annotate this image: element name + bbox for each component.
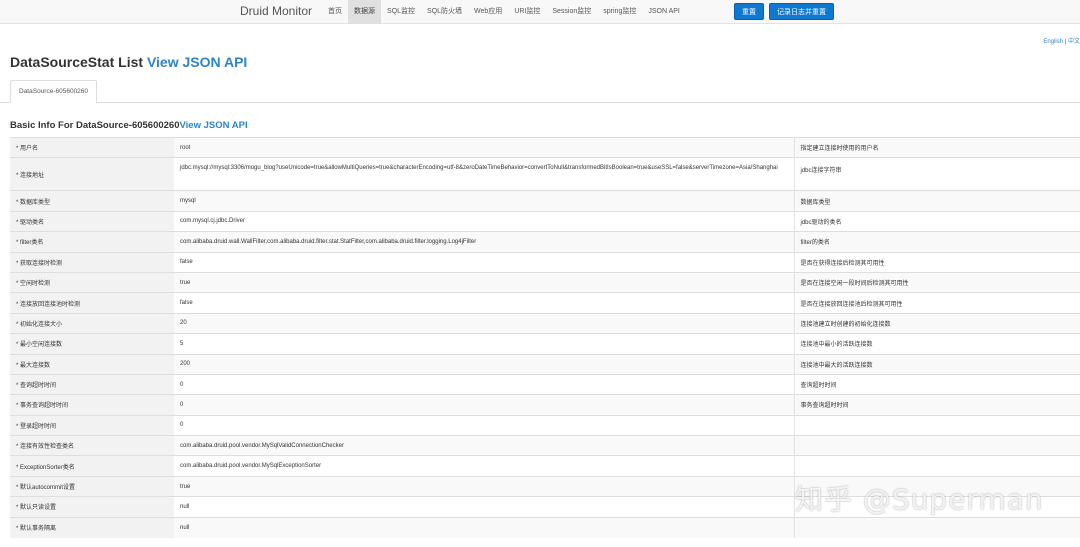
row-description (794, 414, 1080, 436)
row-value: null (174, 496, 795, 518)
lang-chinese-link[interactable]: 中文 (1068, 39, 1080, 45)
row-value: 0 (174, 373, 795, 395)
row-key: * 连接地址 (10, 157, 174, 191)
row-value: com.alibaba.druid.wall.WallFilter,com.al… (174, 231, 795, 253)
table-row: * 最小空闲连接数 5 连接池中最小的活跃连接数 (10, 333, 1080, 355)
top-navbar: Druid Monitor 首页 数据源 SQL监控 SQL防火墙 Web应用 … (0, 0, 1080, 24)
row-key: * 默认只读设置 (10, 496, 174, 518)
row-key: * 连接有效性检查类名 (10, 435, 174, 456)
row-description: 是否在连接放回连接池后检测其可用性 (794, 292, 1080, 314)
row-key: * 登录超时时间 (10, 414, 174, 436)
lang-english-link[interactable]: English (1043, 39, 1063, 45)
language-switcher: English | 中文 (1043, 36, 1080, 45)
row-value: true (174, 271, 795, 293)
row-description: 是否在获得连接后检测其可用性 (794, 251, 1080, 273)
row-value: com.alibaba.druid.pool.vendor.MySqlExcep… (174, 455, 795, 477)
row-key: * filter类名 (10, 231, 174, 253)
row-description: 连接池中最小的活跃连接数 (794, 333, 1080, 355)
row-description: 是否在连接空闲一段时间后检测其可用性 (794, 271, 1080, 293)
row-key: * 用户名 (10, 136, 174, 158)
nav-item-sql-monitor[interactable]: SQL监控 (381, 0, 421, 24)
row-key: * ExceptionSorter类名 (10, 455, 174, 477)
nav-item-session-monitor[interactable]: Session监控 (546, 0, 597, 24)
log-and-reset-button[interactable]: 记录日志并重置 (769, 3, 834, 20)
row-value: 200 (174, 353, 795, 375)
page-title: DataSourceStat List View JSON API (10, 54, 247, 70)
row-value: null (174, 516, 795, 538)
row-description: jdbc连接字符串 (794, 157, 1080, 191)
row-description: 事务查询超时时间 (794, 394, 1080, 416)
row-value: 0 (174, 394, 795, 416)
tabs-divider (0, 102, 1080, 103)
nav-item-uri-monitor[interactable]: URI监控 (508, 0, 546, 24)
table-row: * 数据库类型 mysql 数据库类型 (10, 190, 1080, 212)
table-row: * 连接放回连接池时检测 false 是否在连接放回连接池后检测其可用性 (10, 292, 1080, 314)
row-value: 0 (174, 414, 795, 436)
nav-item-sql-firewall[interactable]: SQL防火墙 (421, 0, 468, 24)
section-title-text: Basic Info For DataSource-605600260 (10, 120, 180, 131)
table-row: * 用户名 root 指定建立连接时使用的用户名 (10, 136, 1080, 158)
row-key: * 数据库类型 (10, 190, 174, 212)
row-value: com.mysql.cj.jdbc.Driver (174, 210, 795, 232)
row-key: * 获取连接时检测 (10, 251, 174, 273)
table-row: * 连接有效性检查类名 com.alibaba.druid.pool.vendor… (10, 435, 1080, 456)
row-key: * 事务查询超时时间 (10, 394, 174, 416)
row-description: 指定建立连接时使用的用户名 (794, 136, 1080, 158)
row-key: * 最大连接数 (10, 353, 174, 375)
row-value: root (174, 136, 795, 158)
row-description (794, 435, 1080, 456)
row-description: 数据库类型 (794, 190, 1080, 212)
row-description: 连接池建立时创建的初始化连接数 (794, 312, 1080, 334)
table-row: * 驱动类名 com.mysql.cj.jdbc.Driver jdbc驱动的类名 (10, 210, 1080, 232)
nav-item-json-api[interactable]: JSON API (642, 0, 686, 24)
row-value: true (174, 475, 795, 497)
table-row: * 连接地址 jdbc:mysql://mysql:3306/mogu_blog?… (10, 157, 1080, 191)
nav-menu: 首页 数据源 SQL监控 SQL防火墙 Web应用 URI监控 Session监… (322, 0, 686, 24)
section-json-api-link[interactable]: View JSON API (180, 120, 248, 131)
row-description (794, 455, 1080, 477)
table-row: * 登录超时时间 0 (10, 414, 1080, 436)
table-row: * 初始化连接大小 20 连接池建立时创建的初始化连接数 (10, 312, 1080, 334)
table-row: * 空闲时检测 true 是否在连接空闲一段时间后检测其可用性 (10, 271, 1080, 293)
row-key: * 连接放回连接池时检测 (10, 292, 174, 314)
row-value: false (174, 251, 795, 273)
table-row: * 默认事务隔离 null (10, 516, 1080, 538)
table-row: * filter类名 com.alibaba.druid.wall.WallFil… (10, 231, 1080, 253)
view-json-api-link[interactable]: View JSON API (147, 54, 247, 70)
row-value: mysql (174, 190, 795, 212)
table-row: * 查询超时时间 0 查询超时时间 (10, 373, 1080, 395)
row-key: * 最小空闲连接数 (10, 333, 174, 355)
row-value: com.alibaba.druid.pool.vendor.MySqlValid… (174, 435, 795, 456)
row-key: * 空闲时检测 (10, 271, 174, 293)
nav-item-home[interactable]: 首页 (322, 0, 348, 24)
row-value: 5 (174, 333, 795, 355)
brand-title[interactable]: Druid Monitor (240, 4, 312, 18)
table-row: * 获取连接时检测 false 是否在获得连接后检测其可用性 (10, 251, 1080, 273)
table-row: * ExceptionSorter类名 com.alibaba.druid.poo… (10, 455, 1080, 477)
row-key: * 驱动类名 (10, 210, 174, 232)
row-value: false (174, 292, 795, 314)
page-title-text: DataSourceStat List (10, 54, 144, 70)
nav-item-web-app[interactable]: Web应用 (468, 0, 508, 24)
row-description: jdbc驱动的类名 (794, 210, 1080, 232)
tab-datasource[interactable]: DataSource-605600260 (10, 80, 98, 103)
row-key: * 查询超时时间 (10, 373, 174, 395)
row-description (794, 516, 1080, 538)
row-description: filter的类名 (794, 231, 1080, 253)
row-value: jdbc:mysql://mysql:3306/mogu_blog?useUni… (174, 157, 795, 191)
row-description: 连接池中最大的活跃连接数 (794, 353, 1080, 375)
row-key: * 初始化连接大小 (10, 312, 174, 334)
nav-item-datasource[interactable]: 数据源 (348, 0, 381, 24)
lang-separator: | (1064, 39, 1067, 45)
row-key: * 默认事务隔离 (10, 516, 174, 538)
nav-item-spring-monitor[interactable]: spring监控 (597, 0, 642, 24)
row-key: * 默认autocommit设置 (10, 475, 174, 497)
table-row: * 最大连接数 200 连接池中最大的活跃连接数 (10, 353, 1080, 375)
row-description: 查询超时时间 (794, 373, 1080, 395)
section-title: Basic Info For DataSource-605600260View … (10, 120, 248, 131)
row-value: 20 (174, 312, 795, 334)
table-row: * 事务查询超时时间 0 事务查询超时时间 (10, 394, 1080, 416)
watermark: 知乎 @Superman (795, 483, 1044, 516)
reset-button[interactable]: 重置 (734, 3, 764, 20)
